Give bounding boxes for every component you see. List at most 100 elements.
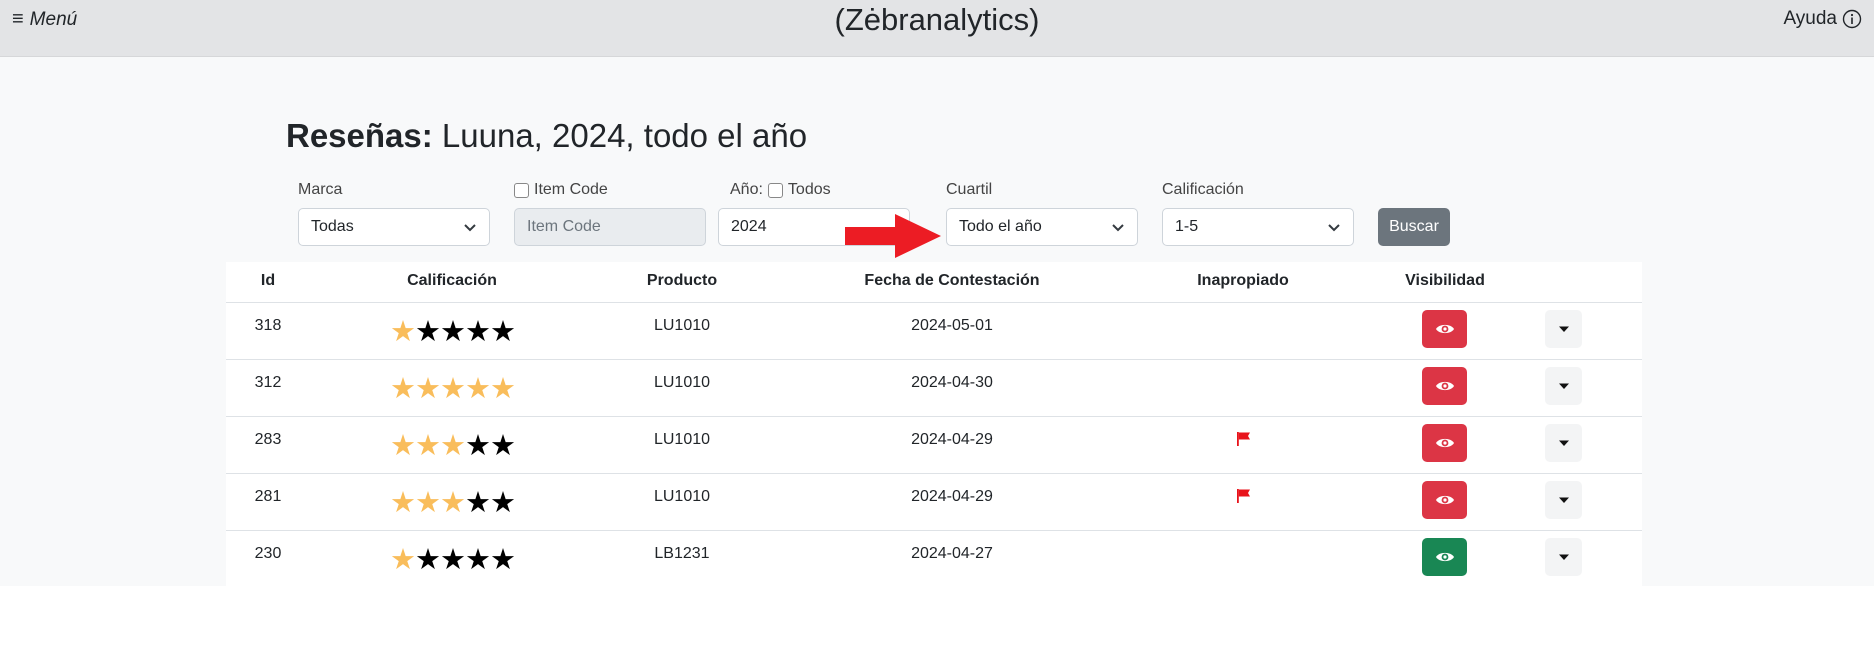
cell-product: LU1010 bbox=[653, 431, 711, 448]
caret-down-icon bbox=[1558, 554, 1569, 560]
caret-down-icon bbox=[1558, 440, 1569, 446]
eye-icon bbox=[1435, 381, 1454, 391]
row-expand-button[interactable] bbox=[1545, 481, 1582, 519]
marca-select[interactable]: Todas bbox=[298, 208, 490, 246]
cell-date: 2024-04-29 bbox=[911, 431, 993, 448]
star-filled-icon: ★ bbox=[465, 373, 491, 405]
cell-date: 2024-04-27 bbox=[911, 545, 993, 562]
visibility-toggle-hidden-button[interactable] bbox=[1422, 481, 1467, 519]
star-filled-icon: ★ bbox=[490, 373, 516, 405]
column-header-fecha: Fecha de Contestación bbox=[864, 272, 1040, 289]
flag-icon bbox=[1237, 432, 1250, 446]
eye-icon bbox=[1435, 438, 1454, 448]
cell-product: LU1010 bbox=[653, 488, 711, 505]
cuartil-label: Cuartil bbox=[946, 181, 993, 198]
star-filled-icon: ★ bbox=[390, 430, 416, 462]
eye-icon bbox=[1435, 552, 1454, 562]
eye-icon bbox=[1435, 495, 1454, 505]
chevron-down-icon bbox=[1112, 224, 1124, 232]
caret-down-icon bbox=[1558, 326, 1569, 332]
visibility-toggle-hidden-button[interactable] bbox=[1422, 424, 1467, 462]
visibility-toggle-visible-button[interactable] bbox=[1422, 538, 1467, 576]
star-filled-icon: ★ bbox=[415, 373, 441, 405]
chevron-down-icon bbox=[1328, 224, 1340, 232]
visibility-toggle-hidden-button[interactable] bbox=[1422, 367, 1467, 405]
row-expand-button[interactable] bbox=[1545, 538, 1582, 576]
table-row-divider bbox=[226, 302, 1642, 303]
help-label: Ayuda bbox=[1783, 8, 1837, 29]
item-code-label-group: Item Code bbox=[514, 181, 608, 199]
cell-date: 2024-04-29 bbox=[911, 488, 993, 505]
star-empty-icon: ★ bbox=[490, 544, 516, 576]
table-row-divider bbox=[226, 359, 1642, 360]
star-filled-icon: ★ bbox=[440, 487, 466, 519]
item-code-placeholder: Item Code bbox=[527, 218, 601, 235]
star-empty-icon: ★ bbox=[415, 316, 441, 348]
annotation-arrow-icon bbox=[845, 214, 941, 258]
cell-product: LU1010 bbox=[653, 317, 711, 334]
star-filled-icon: ★ bbox=[415, 487, 441, 519]
visibility-toggle-hidden-button[interactable] bbox=[1422, 310, 1467, 348]
star-filled-icon: ★ bbox=[390, 487, 416, 519]
page-title-label: Reseñas: bbox=[286, 117, 433, 154]
marca-label: Marca bbox=[298, 181, 343, 198]
anio-label-group: Año: Todos bbox=[730, 181, 831, 199]
star-empty-icon: ★ bbox=[490, 316, 516, 348]
item-code-label: Item Code bbox=[534, 181, 608, 198]
cell-date: 2024-05-01 bbox=[911, 317, 993, 334]
column-header-visibilidad: Visibilidad bbox=[1405, 272, 1485, 289]
star-rating: ★★★★★ bbox=[390, 487, 516, 519]
calificacion-label: Calificación bbox=[1162, 181, 1244, 198]
cell-id: 318 bbox=[254, 317, 282, 334]
calificacion-select[interactable]: 1-5 bbox=[1162, 208, 1354, 246]
star-empty-icon: ★ bbox=[465, 544, 491, 576]
cell-id: 230 bbox=[254, 545, 282, 562]
row-expand-button[interactable] bbox=[1545, 424, 1582, 462]
marca-select-value: Todas bbox=[311, 218, 354, 235]
star-empty-icon: ★ bbox=[465, 430, 491, 462]
table-row-divider bbox=[226, 416, 1642, 417]
column-header-producto: Producto bbox=[646, 272, 718, 289]
star-rating: ★★★★★ bbox=[390, 316, 516, 348]
item-code-input[interactable]: Item Code bbox=[514, 208, 706, 246]
star-empty-icon: ★ bbox=[440, 316, 466, 348]
star-empty-icon: ★ bbox=[415, 544, 441, 576]
star-filled-icon: ★ bbox=[390, 373, 416, 405]
chevron-down-icon bbox=[464, 224, 476, 232]
star-filled-icon: ★ bbox=[415, 430, 441, 462]
star-empty-icon: ★ bbox=[465, 487, 491, 519]
star-empty-icon: ★ bbox=[465, 316, 491, 348]
row-expand-button[interactable] bbox=[1545, 310, 1582, 348]
star-empty-icon: ★ bbox=[440, 544, 466, 576]
page-title-context: Luuna, 2024, todo el año bbox=[441, 117, 808, 154]
anio-todos-checkbox[interactable] bbox=[767, 182, 783, 198]
column-header-inapropiado: Inapropiado bbox=[1197, 272, 1289, 289]
caret-down-icon bbox=[1558, 383, 1569, 389]
top-navbar: ≡ Menú (Zėbranalytics) Ayuda bbox=[0, 0, 1874, 57]
star-filled-icon: ★ bbox=[440, 430, 466, 462]
star-empty-icon: ★ bbox=[490, 430, 516, 462]
app-title: (Zėbranalytics) bbox=[834, 2, 1040, 37]
star-rating: ★★★★★ bbox=[390, 544, 516, 576]
info-circle-icon bbox=[1842, 9, 1862, 29]
row-expand-button[interactable] bbox=[1545, 367, 1582, 405]
flag-icon bbox=[1237, 489, 1250, 503]
eye-icon bbox=[1435, 324, 1454, 334]
cuartil-select[interactable]: Todo el año bbox=[946, 208, 1138, 246]
page-title: Reseñas: Luuna, 2024, todo el año bbox=[286, 117, 807, 155]
star-rating: ★★★★★ bbox=[390, 373, 516, 405]
anio-todos-label: Todos bbox=[787, 181, 831, 198]
caret-down-icon bbox=[1558, 497, 1569, 503]
item-code-checkbox[interactable] bbox=[514, 182, 529, 198]
help-button[interactable]: Ayuda bbox=[1783, 8, 1862, 30]
table-row-divider bbox=[226, 530, 1642, 531]
star-filled-icon: ★ bbox=[390, 544, 416, 576]
anio-input-value: 2024 bbox=[731, 218, 767, 235]
table-row-divider bbox=[226, 473, 1642, 474]
cell-id: 283 bbox=[254, 431, 282, 448]
column-header-id: Id bbox=[260, 272, 276, 289]
star-filled-icon: ★ bbox=[440, 373, 466, 405]
search-button[interactable]: Buscar bbox=[1378, 208, 1450, 246]
star-empty-icon: ★ bbox=[490, 487, 516, 519]
cuartil-select-value: Todo el año bbox=[959, 218, 1042, 235]
